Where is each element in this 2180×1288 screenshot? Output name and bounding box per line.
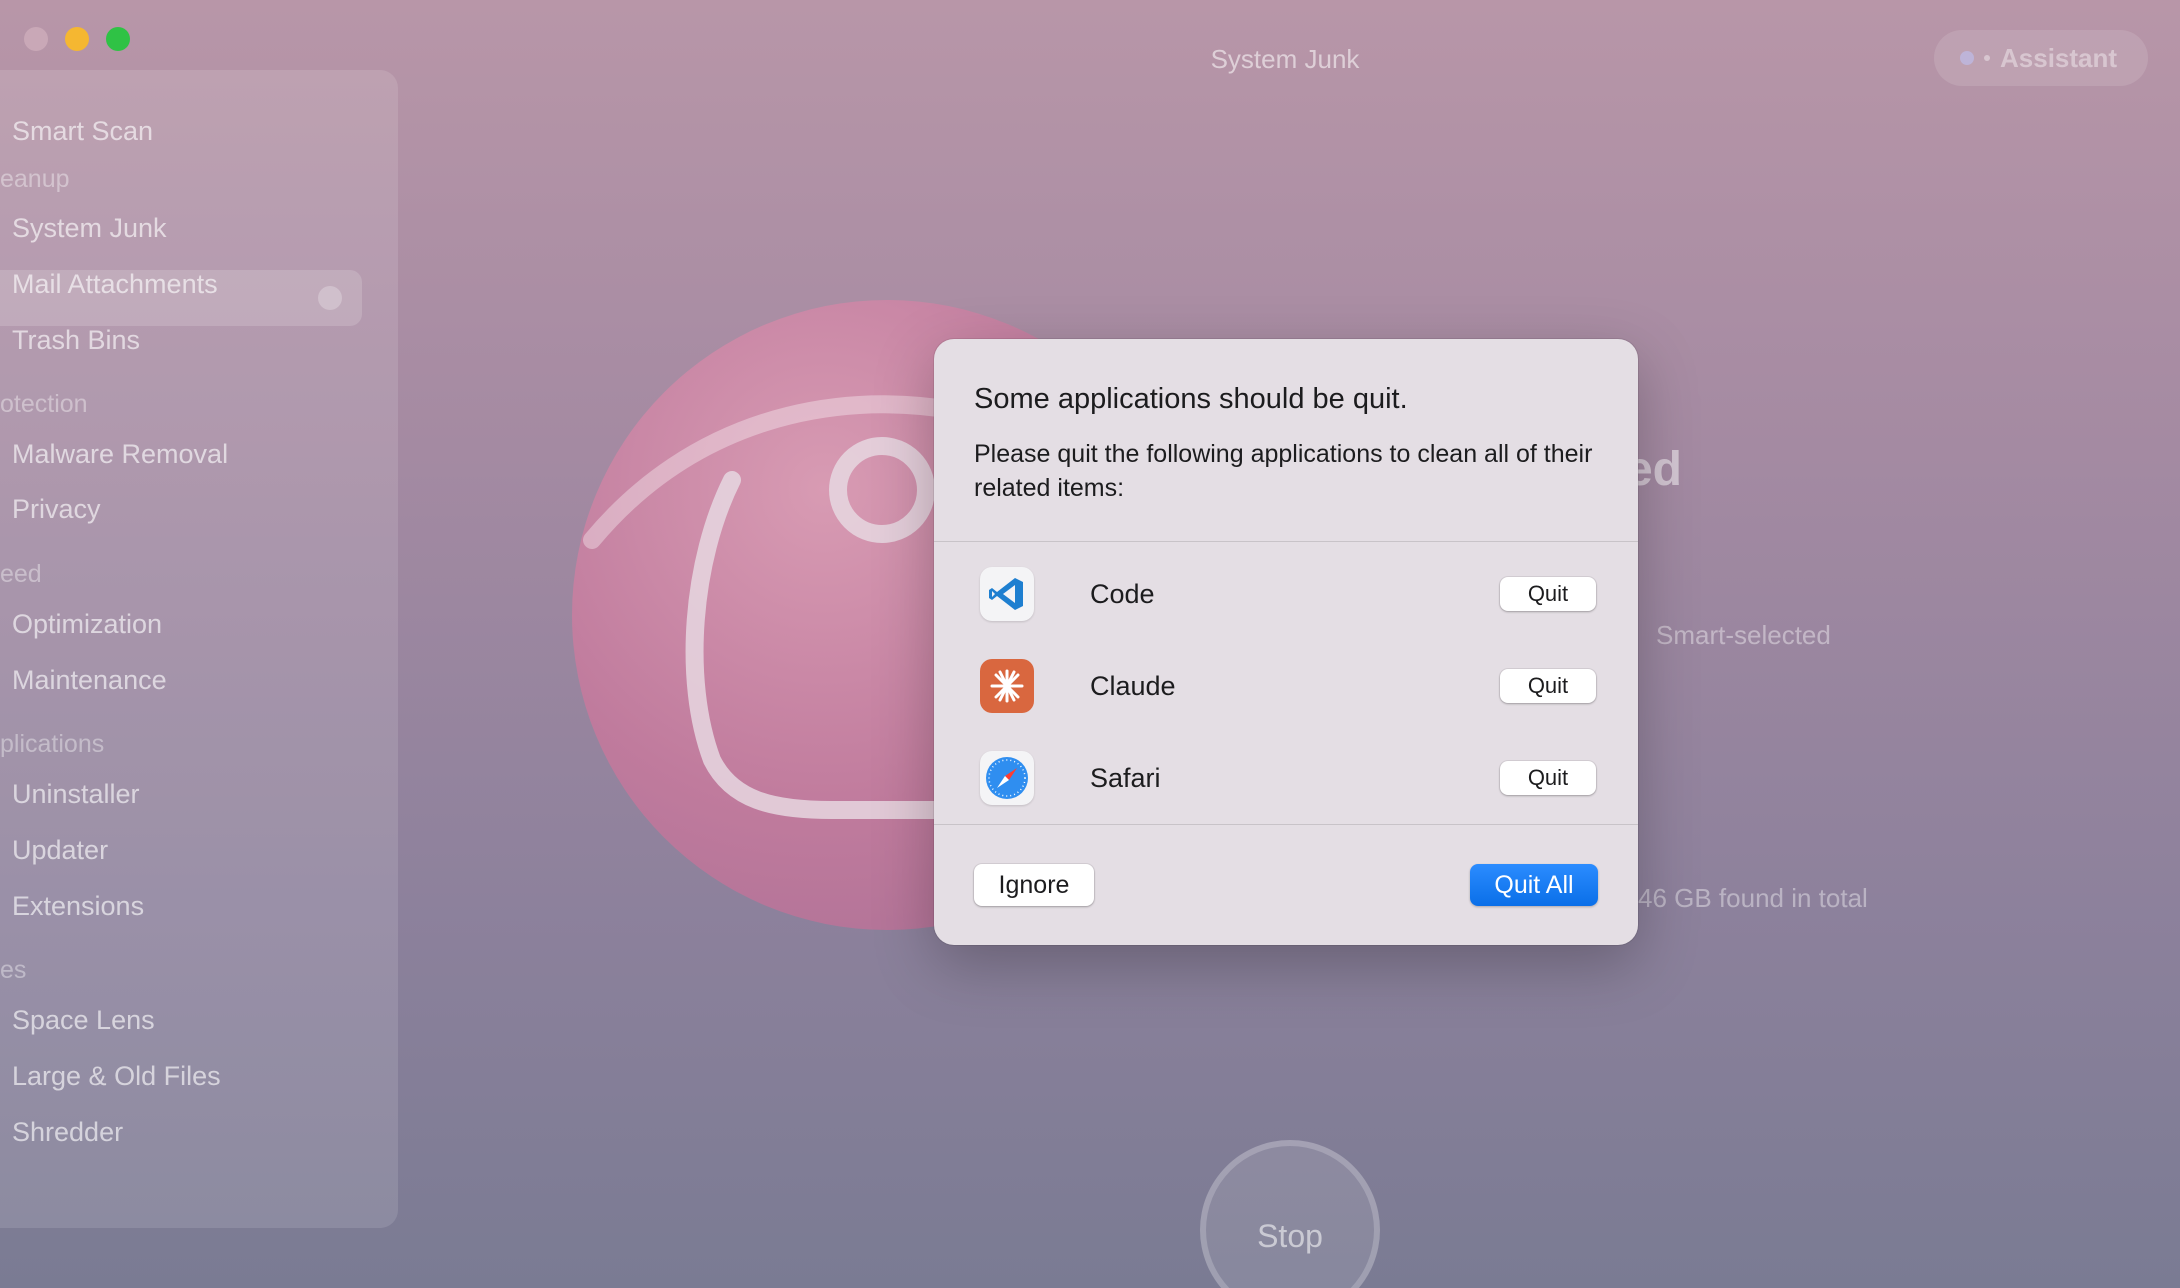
app-name: Safari xyxy=(1090,763,1161,793)
ignore-button[interactable]: Ignore xyxy=(974,864,1094,906)
sidebar-item-shredder[interactable]: · Shredder xyxy=(12,1117,123,1148)
assistant-dot-icon xyxy=(1984,55,1990,61)
quit-apps-dialog: Some applications should be quit. Please… xyxy=(934,339,1638,945)
sidebar-item-label: Malware Removal xyxy=(12,439,229,469)
sidebar-item-space-lens[interactable]: ▯ Space Lens xyxy=(12,1005,155,1036)
sidebar-item-uninstaller[interactable]: · Uninstaller xyxy=(12,779,140,810)
sidebar-item-malware-removal[interactable]: · Malware Removal xyxy=(12,439,228,470)
assistant-label: Assistant xyxy=(2000,42,2118,73)
quit-safari-button[interactable]: Quit xyxy=(1500,761,1596,795)
sidebar-item-label: Smart Scan xyxy=(12,116,154,146)
sidebar-item-maintenance[interactable]: · Maintenance xyxy=(12,665,167,696)
dialog-message: Please quit the following applications t… xyxy=(974,440,1593,502)
smart-selected-label: Smart-selected xyxy=(1656,620,1831,650)
vscode-icon xyxy=(980,567,1034,621)
sidebar-item-updater[interactable]: · Updater xyxy=(12,835,108,866)
dialog-footer-divider xyxy=(934,824,1638,825)
sidebar-item-label: Extensions xyxy=(12,891,145,921)
sidebar-item-label: Trash Bins xyxy=(12,325,141,355)
claude-icon xyxy=(980,659,1034,713)
sidebar-item-privacy[interactable]: · Privacy xyxy=(12,494,101,525)
quit-claude-button[interactable]: Quit xyxy=(1500,669,1596,703)
sidebar: ▯ Smart Scan eanup ▯ System Junk ▯ Mail … xyxy=(0,70,398,1228)
sidebar-item-optimization[interactable]: · Optimization xyxy=(12,609,162,640)
app-row-claude: Claude Quit xyxy=(980,659,1600,715)
sidebar-item-label: Updater xyxy=(12,835,109,865)
sidebar-item-label: Mail Attachments xyxy=(12,269,218,299)
app-row-safari: Safari Quit xyxy=(980,751,1600,807)
dialog-divider xyxy=(934,541,1638,542)
assistant-icon xyxy=(1960,51,1974,65)
sidebar-section-applications: plications xyxy=(0,730,105,758)
stop-button[interactable]: Stop xyxy=(1200,1140,1380,1288)
app-window: System Junk Assistant ▯ Smart Scan eanup… xyxy=(0,0,2180,1288)
sidebar-item-label: Uninstaller xyxy=(12,779,140,809)
sidebar-item-trash-bins[interactable]: ▯ Trash Bins xyxy=(12,325,140,356)
quit-code-button[interactable]: Quit xyxy=(1500,577,1596,611)
progress-spinner-icon xyxy=(318,286,342,310)
sidebar-item-label: System Junk xyxy=(12,213,167,243)
app-name: Code xyxy=(1090,579,1155,609)
sidebar-item-smart-scan[interactable]: ▯ Smart Scan xyxy=(12,116,153,147)
sidebar-item-label: Large & Old Files xyxy=(12,1061,221,1091)
sidebar-item-mail-attachments[interactable]: ▯ Mail Attachments xyxy=(12,269,218,300)
assistant-button[interactable]: Assistant xyxy=(1934,30,2148,86)
sidebar-item-label: Maintenance xyxy=(12,665,167,695)
found-total-label: 46 GB found in total xyxy=(1638,883,1868,913)
sidebar-item-extensions[interactable]: · Extensions xyxy=(12,891,144,922)
dialog-title: Some applications should be quit. xyxy=(974,383,1408,415)
stop-label: Stop xyxy=(1257,1218,1323,1254)
sidebar-item-label: Optimization xyxy=(12,609,163,639)
sidebar-item-label: Shredder xyxy=(12,1117,124,1147)
sidebar-item-label: Space Lens xyxy=(12,1005,155,1035)
sidebar-section-speed: eed xyxy=(0,560,42,588)
sidebar-item-label: Privacy xyxy=(12,494,101,524)
quit-all-button[interactable]: Quit All xyxy=(1470,864,1598,906)
sidebar-item-large-old-files[interactable]: ▯ Large & Old Files xyxy=(12,1061,221,1092)
sidebar-section-protection: otection xyxy=(0,390,88,418)
sidebar-section-files: es xyxy=(0,956,27,984)
sidebar-section-cleanup: eanup xyxy=(0,165,70,193)
sidebar-item-system-junk[interactable]: ▯ System Junk xyxy=(12,213,167,244)
app-row-code: Code Quit xyxy=(980,567,1600,623)
app-name: Claude xyxy=(1090,671,1176,701)
safari-icon xyxy=(980,751,1034,805)
